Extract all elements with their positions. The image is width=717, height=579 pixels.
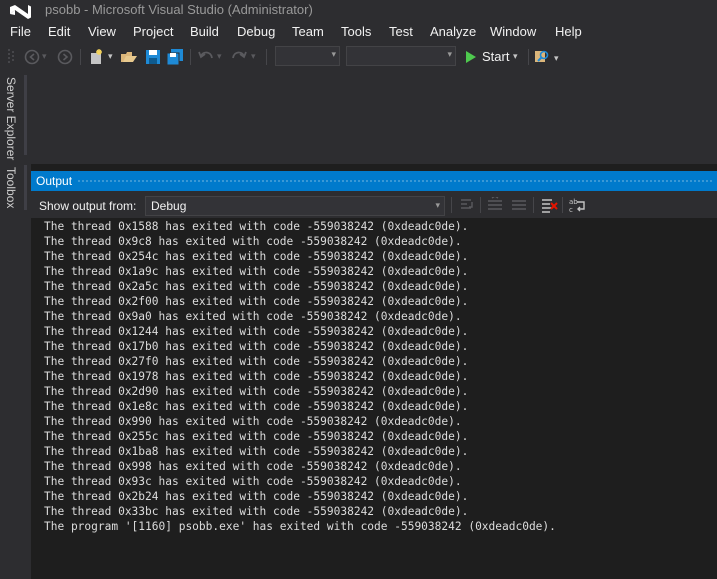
server-explorer-tab[interactable]: Server Explorer: [4, 77, 18, 160]
output-toolbar: Show output from: Debug ▾ ab c: [31, 191, 717, 218]
output-line: The thread 0x2f00 has exited with code -…: [44, 295, 469, 308]
menu-edit[interactable]: Edit: [48, 24, 70, 39]
menu-team[interactable]: Team: [292, 24, 324, 39]
menu-window[interactable]: Window: [490, 24, 536, 39]
chevron-down-icon: ▾: [435, 200, 440, 210]
output-line: The thread 0x1978 has exited with code -…: [44, 370, 469, 383]
output-line: The thread 0x1a9c has exited with code -…: [44, 265, 469, 278]
standard-toolbar: ▾ ▾ ▾ ▾ ▾ ▾ Start ▾ ▾: [0, 43, 717, 71]
open-file-icon[interactable]: [120, 48, 138, 66]
output-window: Output Show output from: Debug ▾ ab c Th…: [31, 164, 717, 579]
output-line: The thread 0x2a5c has exited with code -…: [44, 280, 469, 293]
toolbar-separator: [480, 197, 481, 213]
clear-all-icon[interactable]: [540, 197, 558, 213]
output-source-select[interactable]: Debug ▾: [145, 196, 445, 216]
menu-help[interactable]: Help: [555, 24, 582, 39]
output-line: The thread 0x2b24 has exited with code -…: [44, 490, 469, 503]
toolbar-separator: [80, 49, 81, 65]
menu-build[interactable]: Build: [190, 24, 219, 39]
visual-studio-logo-icon: [10, 5, 31, 19]
undo-dropdown-arrow-icon[interactable]: ▾: [217, 51, 222, 62]
solution-platform-combo[interactable]: ▾: [346, 46, 456, 66]
toggle-word-wrap-icon[interactable]: ab c: [568, 197, 588, 213]
output-title: Output: [36, 174, 73, 188]
next-message-icon[interactable]: [510, 197, 528, 213]
window-title: psobb - Microsoft Visual Studio (Adminis…: [45, 2, 313, 17]
output-line: The thread 0x1ba8 has exited with code -…: [44, 445, 469, 458]
new-project-icon[interactable]: [88, 48, 106, 66]
navigate-forward-icon[interactable]: [56, 48, 74, 66]
toolbar-separator: [451, 197, 452, 213]
previous-message-icon[interactable]: [486, 197, 504, 213]
output-title-bar[interactable]: Output: [31, 171, 717, 191]
toolbar-grip-icon: [8, 49, 14, 63]
output-line: The thread 0x1e8c has exited with code -…: [44, 400, 469, 413]
toolbar-separator: [266, 49, 267, 65]
menu-project[interactable]: Project: [133, 24, 173, 39]
output-line: The thread 0x2d90 has exited with code -…: [44, 385, 469, 398]
output-line: The thread 0x9c8 has exited with code -5…: [44, 235, 462, 248]
menu-tools[interactable]: Tools: [341, 24, 371, 39]
save-all-icon[interactable]: [166, 48, 184, 66]
title-bar: psobb - Microsoft Visual Studio (Adminis…: [0, 0, 717, 22]
menu-test[interactable]: Test: [389, 24, 413, 39]
output-source-value: Debug: [151, 199, 187, 213]
toolbar-separator: [562, 197, 563, 213]
toolbar-overflow-icon[interactable]: ▾: [554, 53, 559, 64]
output-line: The thread 0x998 has exited with code -5…: [44, 460, 462, 473]
chevron-down-icon: ▾: [447, 49, 452, 59]
left-side-tabs: Server Explorer Toolbox: [0, 71, 31, 579]
output-line: The thread 0x1244 has exited with code -…: [44, 325, 469, 338]
drag-grip: [77, 179, 713, 184]
output-line: The thread 0x1588 has exited with code -…: [44, 220, 469, 233]
menu-file[interactable]: File: [10, 24, 31, 39]
toolbar-separator: [190, 49, 191, 65]
svg-text:ab: ab: [569, 198, 578, 206]
output-line: The thread 0x9a0 has exited with code -5…: [44, 310, 462, 323]
tab-indicator: [24, 165, 27, 210]
output-line: The thread 0x17b0 has exited with code -…: [44, 340, 469, 353]
start-dropdown-arrow-icon[interactable]: ▾: [513, 51, 518, 62]
undo-icon[interactable]: [197, 48, 215, 66]
save-icon[interactable]: [144, 48, 162, 66]
output-line: The thread 0x990 has exited with code -5…: [44, 415, 462, 428]
toolbar-separator: [533, 197, 534, 213]
toolbar-separator: [528, 49, 529, 65]
new-dropdown-arrow-icon[interactable]: ▾: [108, 51, 113, 62]
svg-text:c: c: [569, 206, 573, 213]
menu-view[interactable]: View: [88, 24, 116, 39]
editor-area: [31, 71, 717, 164]
redo-dropdown-arrow-icon[interactable]: ▾: [251, 51, 256, 62]
navigate-back-icon[interactable]: [24, 48, 42, 66]
output-line: The thread 0x93c has exited with code -5…: [44, 475, 462, 488]
output-line: The thread 0x33bc has exited with code -…: [44, 505, 469, 518]
back-dropdown-arrow-icon[interactable]: ▾: [42, 51, 47, 62]
menu-analyze[interactable]: Analyze: [430, 24, 476, 39]
menu-debug[interactable]: Debug: [237, 24, 275, 39]
solution-configuration-combo[interactable]: ▾: [275, 46, 340, 66]
output-line: The thread 0x255c has exited with code -…: [44, 430, 469, 443]
start-label: Start: [482, 49, 510, 64]
toolbox-tab[interactable]: Toolbox: [4, 167, 18, 208]
redo-icon[interactable]: [230, 48, 248, 66]
show-output-from-label: Show output from:: [39, 199, 137, 213]
output-text-pane[interactable]: The thread 0x1588 has exited with code -…: [31, 218, 717, 579]
chevron-down-icon: ▾: [331, 49, 336, 59]
output-line: The thread 0x254c has exited with code -…: [44, 250, 469, 263]
find-in-files-icon[interactable]: [533, 48, 551, 66]
tab-indicator: [24, 75, 27, 155]
find-message-in-code-icon[interactable]: [458, 197, 476, 213]
output-line: The program '[1160] psobb.exe' has exite…: [44, 520, 556, 533]
output-line: The thread 0x27f0 has exited with code -…: [44, 355, 469, 368]
play-icon: [466, 51, 476, 63]
start-debugging-button[interactable]: Start ▾: [463, 47, 523, 67]
menu-bar: File Edit View Project Build Debug Team …: [0, 22, 717, 42]
